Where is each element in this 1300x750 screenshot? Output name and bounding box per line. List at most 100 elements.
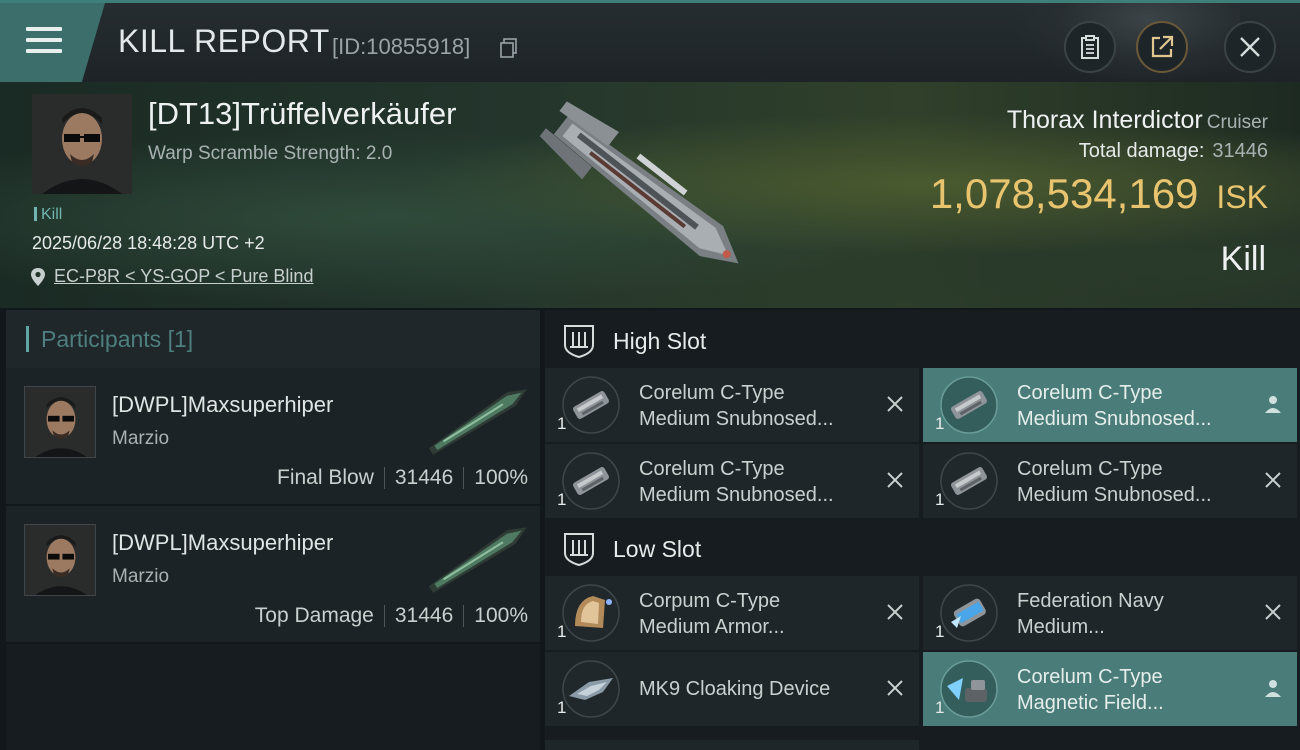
module-quantity: 1 (935, 414, 945, 433)
participant-row[interactable]: [DWPL]Maxsuperhiper Marzio Final Blow 31… (6, 368, 540, 506)
destroyed-icon (887, 396, 903, 412)
menu-button[interactable] (0, 3, 105, 82)
victim-portrait[interactable] (32, 94, 132, 194)
module-name: Corelum C-Type Magnetic Field... (1017, 666, 1164, 714)
participant-name: [DWPL]Maxsuperhiper (112, 530, 334, 555)
clipboard-button[interactable] (1064, 21, 1116, 73)
participant-ship: Marzio (112, 566, 170, 587)
share-icon (1151, 35, 1174, 58)
location-link[interactable]: EC-P8R < YS-GOP < Pure Blind (54, 266, 313, 287)
kill-datetime: 2025/06/28 18:48:28 UTC +2 (32, 233, 265, 253)
module-item-partial[interactable] (545, 740, 919, 750)
destroyed-icon (1265, 604, 1281, 620)
destroyed-icon (887, 604, 903, 620)
module-quantity: 1 (557, 490, 567, 509)
report-id: [ID:10855918] (332, 34, 471, 59)
victim-name[interactable]: [DT13]Trüffelverkäufer (148, 96, 456, 132)
victim-ship-info[interactable]: Thorax Interdictor Cruiser (1007, 106, 1268, 135)
participant-percent: 100% (474, 604, 528, 627)
module-name: Federation Navy Medium... (1017, 590, 1164, 638)
total-damage: Total damage: 31446 (1079, 140, 1268, 163)
module-item[interactable]: 1 Corelum C-Type Medium Snubnosed... (923, 368, 1297, 442)
module-quantity: 1 (557, 622, 567, 641)
person-icon (1265, 680, 1281, 697)
participant-damage: 31446 (394, 466, 454, 489)
magnetic-field-icon (940, 660, 998, 718)
module-quantity: 1 (935, 490, 945, 509)
module-name: MK9 Cloaking Device (639, 678, 831, 700)
participant-stats: Final Blow 31446 100% (277, 466, 528, 490)
total-damage-label: Total damage: (1078, 140, 1205, 162)
hamburger-icon (26, 27, 62, 55)
armor-plate-icon (562, 584, 620, 642)
victim-ship-name: Thorax Interdictor (1006, 106, 1203, 134)
missile-launcher-icon (940, 376, 998, 434)
header-bar: KILL REPORT [ID:10855918] (0, 0, 1300, 85)
kill-result: Kill (1220, 240, 1266, 278)
warp-scramble-strength: Warp Scramble Strength: 2.0 (148, 143, 393, 164)
low-slot-icon (564, 533, 594, 567)
victim-ship-image[interactable] (516, 100, 776, 290)
participant-portrait[interactable] (24, 386, 96, 458)
missile-launcher-icon (940, 452, 998, 510)
module-item[interactable]: 1 Federation Navy Medium... (923, 576, 1297, 650)
energy-module-icon (940, 584, 998, 642)
close-button[interactable] (1224, 21, 1276, 73)
module-name: Corpum C-Type Medium Armor... (639, 590, 785, 638)
person-icon (1265, 396, 1281, 413)
victim-banner: [DT13]Trüffelverkäufer Warp Scramble Str… (0, 82, 1300, 308)
low-slot-header: Low Slot (545, 520, 1300, 578)
clipboard-icon (1081, 35, 1099, 59)
participant-ship-image (428, 389, 527, 455)
participant-role: Top Damage (254, 604, 374, 627)
destroyed-icon (887, 680, 903, 696)
module-item[interactable]: 1 Corelum C-Type Medium Snubnosed... (545, 444, 919, 518)
participant-role: Final Blow (277, 466, 374, 489)
module-quantity: 1 (935, 622, 945, 641)
destroyed-icon (1265, 472, 1281, 488)
participant-ship-image (428, 527, 527, 593)
module-item[interactable]: 1 Corelum C-Type Medium Snubnosed... (923, 444, 1297, 518)
isk-unit: ISK (1216, 179, 1268, 215)
participant-row[interactable]: [DWPL]Maxsuperhiper Marzio Top Damage 31… (6, 506, 540, 644)
kill-location[interactable]: EC-P8R < YS-GOP < Pure Blind (30, 266, 313, 287)
participants-header[interactable]: Participants [1] (6, 310, 540, 368)
kill-tag: Kill (34, 206, 62, 224)
participants-count: [1] (167, 325, 194, 352)
close-icon (1240, 37, 1260, 57)
location-pin-icon (31, 267, 45, 286)
module-quantity: 1 (935, 698, 945, 717)
module-name: Corelum C-Type Medium Snubnosed... (639, 458, 834, 506)
module-name: Corelum C-Type Medium Snubnosed... (1017, 382, 1212, 430)
participant-portrait[interactable] (24, 524, 96, 596)
module-item[interactable]: 1 Corpum C-Type Medium Armor... (545, 576, 919, 650)
high-slot-label: High Slot (613, 327, 707, 354)
missile-launcher-icon (562, 452, 620, 510)
background-planet (1010, 3, 1240, 85)
total-damage-value: 31446 (1212, 140, 1268, 162)
participant-damage: 31446 (394, 604, 454, 627)
fitting-panel: High Slot 1 Corelum C-Type Medium Snubnos… (545, 310, 1300, 750)
module-item[interactable]: 1 Corelum C-Type Medium Snubnosed... (545, 368, 919, 442)
copy-icon[interactable] (500, 38, 518, 58)
participants-label: Participants (41, 325, 162, 352)
cloaking-device-icon (562, 660, 620, 718)
isk-value: 1,078,534,169 ISK (930, 170, 1268, 218)
high-slot-header: High Slot (545, 312, 1300, 370)
module-name: Corelum C-Type Medium Snubnosed... (1017, 458, 1212, 506)
isk-amount: 1,078,534,169 (929, 170, 1199, 217)
participant-percent: 100% (474, 466, 528, 489)
low-slot-label: Low Slot (613, 535, 702, 562)
participant-stats: Top Damage 31446 100% (255, 604, 528, 628)
missile-launcher-icon (562, 376, 620, 434)
participants-panel: Participants [1] [DWPL]Maxsuperhiper Mar… (6, 310, 540, 750)
module-quantity: 1 (557, 698, 567, 717)
participant-name: [DWPL]Maxsuperhiper (112, 392, 334, 417)
module-item[interactable]: 1 Corelum C-Type Magnetic Field... (923, 652, 1297, 726)
module-item[interactable]: 1 MK9 Cloaking Device (545, 652, 919, 726)
victim-ship-class: Cruiser (1206, 112, 1268, 133)
module-quantity: 1 (557, 414, 567, 433)
share-button[interactable] (1136, 21, 1188, 73)
page-title: KILL REPORT (118, 23, 330, 59)
high-slot-icon (564, 325, 594, 359)
